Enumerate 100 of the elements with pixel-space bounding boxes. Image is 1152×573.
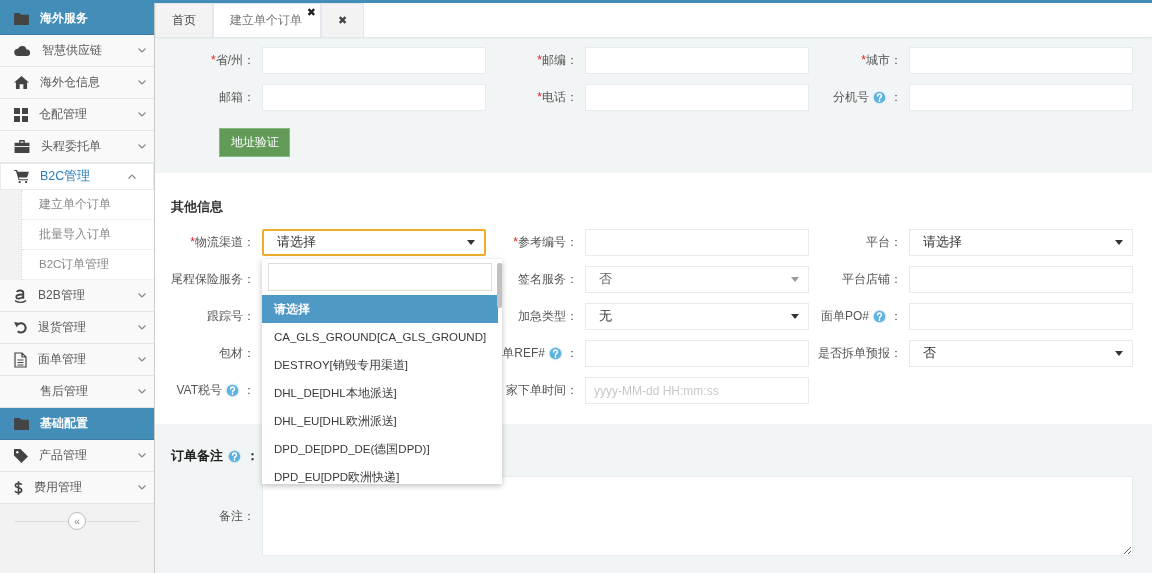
sidebar-item[interactable]: 售后管理: [0, 376, 154, 408]
sidebar-item[interactable]: 头程委托单: [0, 131, 154, 163]
chevron-down-icon: [138, 357, 146, 362]
text-field[interactable]: [262, 84, 486, 111]
field-label: 家下单时间：: [506, 382, 578, 399]
field-label: *物流渠道：: [190, 234, 255, 251]
sidebar-item[interactable]: 退货管理: [0, 312, 154, 344]
sidebar-item[interactable]: 海外仓信息: [0, 67, 154, 99]
field-label: *省/州：: [211, 52, 255, 69]
amazon-icon: [14, 287, 27, 304]
text-field[interactable]: [585, 84, 809, 111]
cloud-icon: [14, 45, 31, 56]
text-field[interactable]: [585, 47, 809, 74]
text-field[interactable]: [909, 266, 1133, 293]
dropdown-option[interactable]: DESTROY[销毁专用渠道]: [262, 351, 498, 379]
dropdown-option[interactable]: DPD_DE[DPD_DE(德国DPD)]: [262, 435, 498, 463]
field-label: 签名服务：: [518, 271, 578, 288]
undo-icon: [14, 321, 27, 334]
sidebar-item[interactable]: 仓配管理: [0, 99, 154, 131]
document-icon: [14, 351, 27, 368]
chevron-down-icon: [138, 453, 146, 458]
select-field[interactable]: 无: [585, 303, 809, 330]
chevron-down-icon: [138, 293, 146, 298]
field-label: 平台：: [866, 234, 902, 251]
text-field[interactable]: [909, 47, 1133, 74]
caret-icon: [1115, 351, 1123, 356]
folder-icon: [14, 417, 29, 430]
dollar-icon: [14, 479, 23, 496]
field-label: 是否拆单预报：: [818, 345, 902, 362]
caret-icon: [1115, 240, 1123, 245]
sidebar-item[interactable]: 智慧供应链: [0, 35, 154, 67]
section-title: 其他信息: [171, 199, 224, 216]
dropdown-option[interactable]: DHL_DE[DHL本地派送]: [262, 379, 498, 407]
field-label: 加急类型：: [518, 308, 578, 325]
dropdown-option[interactable]: CA_GLS_GROUND[CA_GLS_GROUND]: [262, 323, 498, 351]
chevron-down-icon: [138, 485, 146, 490]
close-tab-button[interactable]: ✖: [321, 3, 365, 37]
sidebar-item[interactable]: 面单管理: [0, 344, 154, 376]
chevron-down-icon: [138, 80, 146, 85]
field-label: 分机号: [833, 89, 869, 106]
search-field[interactable]: [268, 263, 492, 291]
sidebar-item[interactable]: B2C管理: [0, 163, 154, 190]
scrollbar[interactable]: [497, 263, 502, 308]
submenu-item[interactable]: 批量导入订单: [22, 220, 154, 250]
help-icon[interactable]: [225, 383, 240, 398]
home-icon: [14, 76, 29, 89]
help-icon[interactable]: [872, 309, 887, 324]
grid-icon: [14, 107, 28, 122]
field-label: 邮箱：: [219, 89, 255, 106]
chevron-up-icon: [128, 174, 136, 179]
collapse-button[interactable]: «: [68, 512, 86, 530]
chevron-down-icon: [138, 389, 146, 394]
colon: ：: [246, 447, 259, 465]
caret-icon: [467, 240, 475, 245]
field-label: 包材：: [219, 345, 255, 362]
help-icon[interactable]: [227, 448, 242, 464]
field-label: 面单PO#: [821, 308, 869, 325]
field-label: *邮编：: [537, 52, 578, 69]
sidebar-item[interactable]: 产品管理: [0, 440, 154, 472]
tag-icon: [14, 448, 28, 463]
chevron-down-icon: [138, 325, 146, 330]
text-field[interactable]: [909, 84, 1133, 111]
select-field[interactable]: 否: [909, 340, 1133, 367]
dropdown-option[interactable]: DHL_EU[DHL欧洲派送]: [262, 407, 498, 435]
field-label: 平台店铺：: [842, 271, 902, 288]
text-field[interactable]: [585, 229, 809, 256]
close-icon[interactable]: ✖: [306, 6, 316, 19]
field-label: 单REF#: [502, 345, 545, 362]
caret-icon: [791, 277, 799, 282]
colon: ：: [890, 89, 902, 106]
help-icon[interactable]: [548, 346, 563, 361]
caret-icon: [791, 314, 799, 319]
cart-icon: [14, 170, 29, 183]
tab[interactable]: 首页: [155, 3, 213, 37]
text-field[interactable]: [909, 303, 1133, 330]
dropdown-option[interactable]: DPD_EU[DPD欧洲快递]: [262, 463, 498, 484]
help-icon[interactable]: [872, 90, 887, 105]
field-label: 跟踪号：: [207, 308, 255, 325]
chevron-down-icon: [138, 112, 146, 117]
field-label: 尾程保险服务：: [171, 271, 255, 288]
section-title: 订单备注: [171, 447, 223, 465]
submenu-item[interactable]: 建立单个订单: [22, 190, 154, 220]
select-field[interactable]: 请选择: [909, 229, 1133, 256]
colon: ：: [890, 308, 902, 325]
sidebar-section[interactable]: 基础配置: [0, 408, 154, 440]
chevron-down-icon: [138, 48, 146, 53]
field-label: 备注：: [219, 507, 255, 525]
colon: ：: [566, 345, 578, 362]
sidebar-item[interactable]: B2B管理: [0, 280, 154, 312]
select-field[interactable]: 请选择: [262, 229, 486, 256]
sidebar-section[interactable]: 海外服务: [0, 3, 154, 35]
field-label: *电话：: [537, 89, 578, 106]
field-label: VAT税号: [176, 382, 222, 399]
colon: ：: [243, 382, 255, 399]
text-field[interactable]: [262, 47, 486, 74]
text-field[interactable]: [585, 340, 809, 367]
tab[interactable]: 建立单个订单 ✖: [213, 3, 321, 37]
field-label: *城市：: [861, 52, 902, 69]
briefcase-icon: [14, 140, 30, 153]
sidebar-item[interactable]: 费用管理: [0, 472, 154, 504]
